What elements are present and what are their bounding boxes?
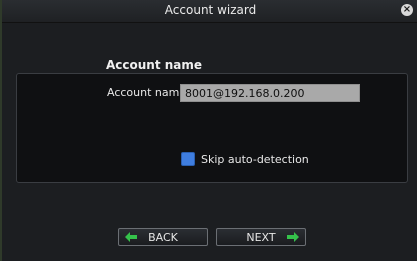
close-icon: ×	[402, 4, 412, 15]
account-wizard-window: Account wizard × Account name Account na…	[0, 0, 417, 261]
arrow-right-icon	[287, 232, 299, 242]
skip-auto-detection-checkbox[interactable]	[181, 152, 195, 166]
titlebar: Account wizard ×	[2, 0, 417, 23]
close-button[interactable]: ×	[401, 4, 413, 16]
arrow-left-icon	[125, 232, 137, 242]
back-button-label: BACK	[148, 230, 178, 244]
section-title: Account name	[106, 58, 203, 72]
next-button[interactable]: NEXT	[216, 228, 306, 246]
skip-auto-detection-row[interactable]: Skip auto-detection	[181, 151, 309, 167]
account-name-label: Account name	[107, 86, 187, 99]
skip-auto-detection-label[interactable]: Skip auto-detection	[201, 153, 309, 166]
window-title: Account wizard	[164, 3, 257, 17]
account-name-input[interactable]	[180, 84, 360, 102]
next-button-label: NEXT	[246, 230, 276, 244]
back-button[interactable]: BACK	[118, 228, 208, 246]
